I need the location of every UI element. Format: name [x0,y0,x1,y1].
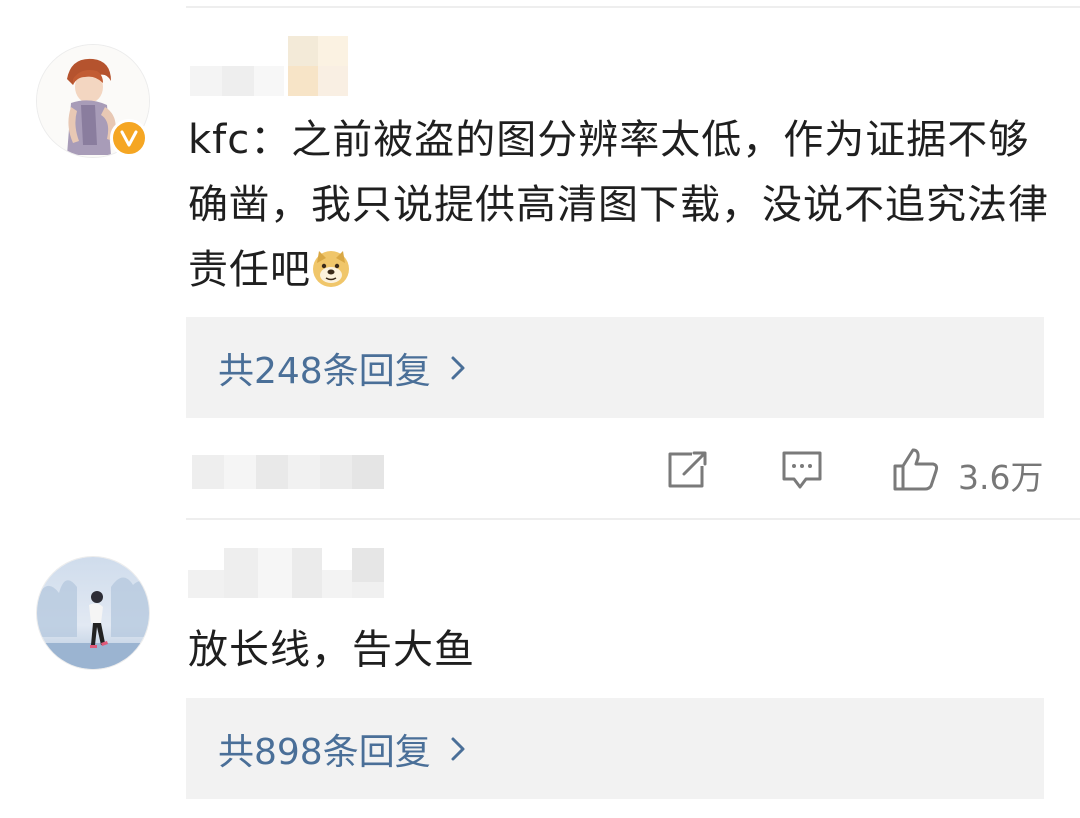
comment-text: 放长线，告大鱼 [188,627,475,673]
comment-divider [186,518,1080,520]
view-replies-button[interactable]: 共898条回复 [186,698,1044,799]
replies-count-label: 共898条回复 [218,731,431,773]
comment-text: kfc：之前被盗的图分辨率太低，作为证据不够确凿，我只说提供高清图下载，没说不追… [188,108,1058,303]
source-info-redacted [192,455,386,489]
share-icon[interactable] [666,450,710,490]
username-redacted [190,36,360,102]
thumbs-up-icon[interactable] [891,446,941,492]
like-count: 3.6万 [958,458,1044,497]
avatar[interactable] [36,556,150,670]
replies-count-label: 共248条回复 [218,350,431,392]
chevron-right-icon [451,737,465,760]
top-divider [186,6,1080,8]
doge-emoji [311,244,351,287]
comment-icon[interactable] [780,449,824,491]
view-replies-button[interactable]: 共248条回复 [186,317,1044,418]
avatar-image [37,557,149,669]
verified-badge-icon [110,119,148,157]
chevron-right-icon [451,356,465,379]
username-redacted [188,548,388,602]
